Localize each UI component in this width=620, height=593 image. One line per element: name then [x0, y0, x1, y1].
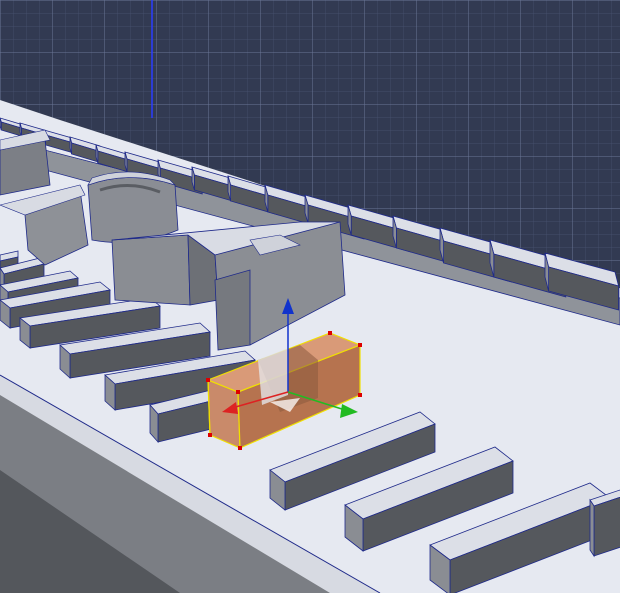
scene-canvas[interactable]: [0, 0, 620, 593]
3d-viewport[interactable]: [0, 0, 620, 593]
block-end: [589, 498, 595, 558]
block-side: [593, 496, 620, 557]
